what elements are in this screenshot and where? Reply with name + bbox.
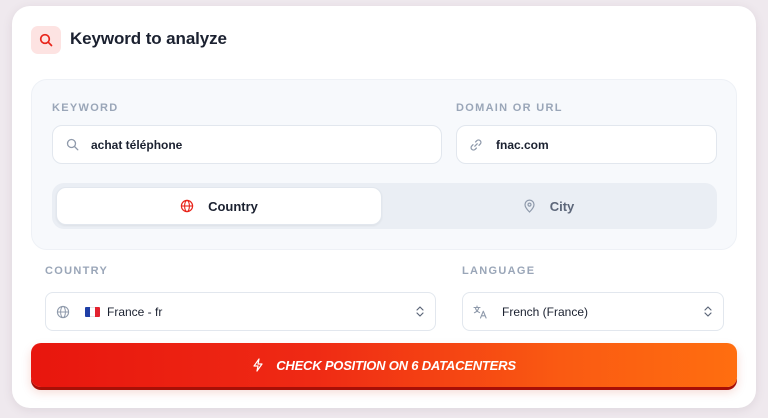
domain-label: DOMAIN OR URL xyxy=(456,102,563,114)
search-icon-badge xyxy=(31,26,61,54)
language-select[interactable]: French (France) xyxy=(462,292,724,331)
language-value: French (France) xyxy=(502,305,589,319)
check-position-label: CHECK POSITION ON 6 DATACENTERS xyxy=(276,357,516,373)
domain-input[interactable]: fnac.com xyxy=(456,125,717,164)
keyword-input[interactable]: achat téléphone xyxy=(52,125,442,164)
language-label: LANGUAGE xyxy=(462,265,536,277)
translate-icon xyxy=(473,305,488,324)
globe-icon xyxy=(56,305,70,324)
globe-icon xyxy=(180,199,194,213)
keyword-label: KEYWORD xyxy=(52,102,119,114)
country-select[interactable]: France - fr xyxy=(45,292,436,331)
country-value: France - fr xyxy=(107,305,163,319)
chevron-up-down-icon xyxy=(415,305,425,323)
tab-city-label: City xyxy=(549,198,575,214)
page-title: Keyword to analyze xyxy=(70,29,227,48)
lightning-icon xyxy=(252,358,264,372)
france-flag-icon xyxy=(85,307,100,317)
check-position-button[interactable]: CHECK POSITION ON 6 DATACENTERS xyxy=(31,343,737,387)
chevron-up-down-icon xyxy=(703,305,713,323)
search-icon xyxy=(66,138,79,151)
country-label: COUNTRY xyxy=(45,265,109,277)
domain-value: fnac.com xyxy=(496,138,549,152)
map-pin-icon xyxy=(523,199,536,213)
link-icon xyxy=(469,138,483,152)
tab-country[interactable]: Country xyxy=(56,187,382,225)
keyword-value: achat téléphone xyxy=(91,138,183,152)
tab-country-label: Country xyxy=(208,198,258,214)
tab-city[interactable]: City xyxy=(384,187,713,225)
location-mode-toggle: Country City xyxy=(52,183,717,229)
search-icon xyxy=(39,33,53,47)
